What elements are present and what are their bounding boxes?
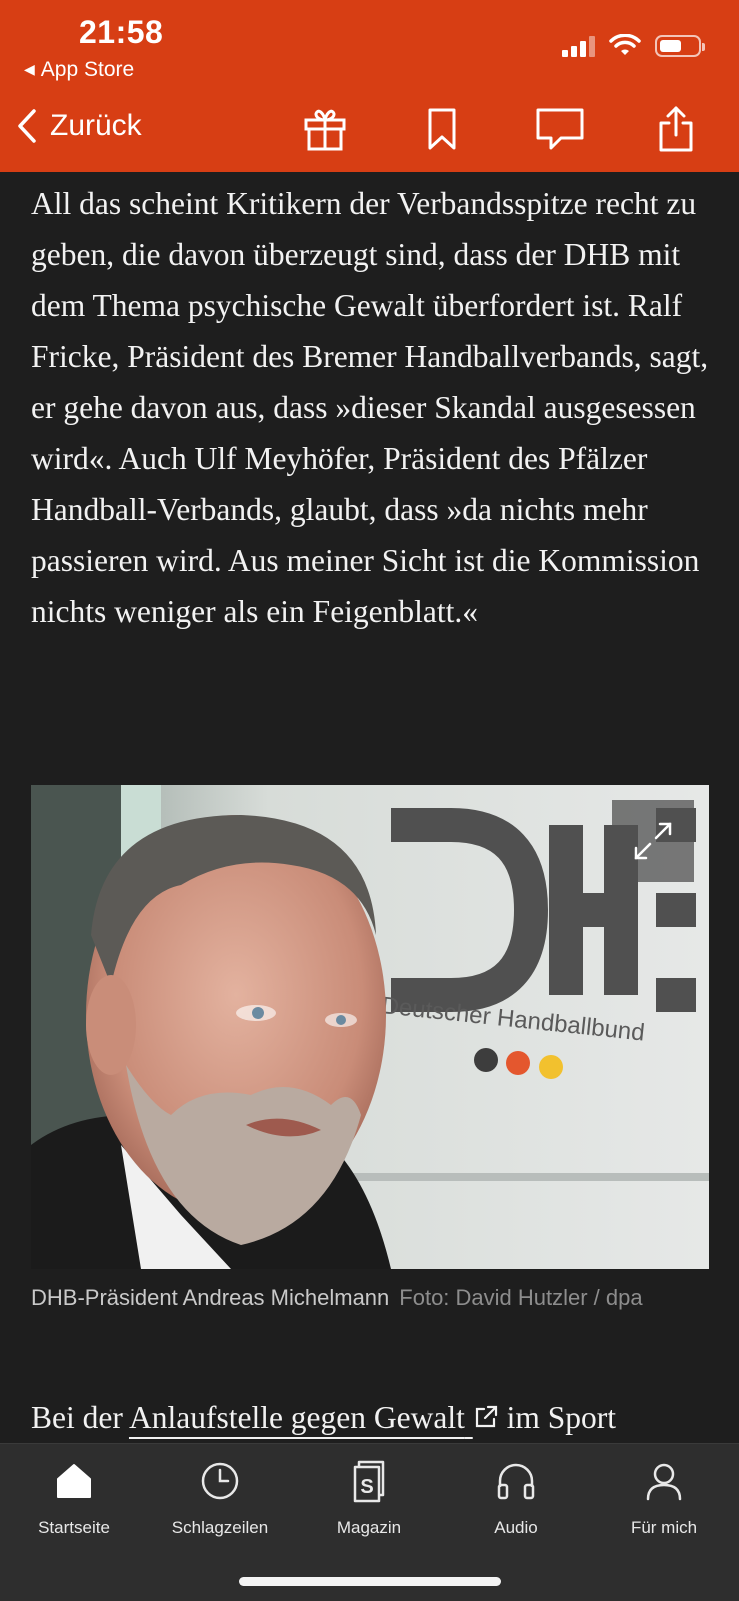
- magazine-icon: S: [353, 1460, 385, 1503]
- share-icon: [659, 106, 693, 152]
- tab-label: Startseite: [38, 1518, 110, 1537]
- article-image[interactable]: Deutscher Handballbund: [31, 785, 709, 1269]
- portrait-photo: Deutscher Handballbund: [31, 785, 709, 1269]
- caption-text: DHB-Präsident Andreas Michelmann: [31, 1285, 390, 1310]
- share-button[interactable]: [651, 104, 701, 154]
- battery-icon: [655, 35, 705, 57]
- tab-magazin[interactable]: S Magazin: [295, 1458, 443, 1548]
- comment-button[interactable]: [535, 104, 585, 154]
- bookmark-icon: [428, 108, 456, 150]
- status-back-to-app[interactable]: ◀ App Store: [24, 58, 134, 82]
- tab-label: Audio: [494, 1518, 538, 1537]
- home-indicator[interactable]: [239, 1577, 501, 1586]
- paragraph-start: Bei der: [31, 1400, 129, 1435]
- app-header: 21:58 ◀ App Store Zurück: [0, 0, 739, 172]
- tab-label: Schlagzeilen: [171, 1518, 269, 1537]
- signal-icon: [562, 35, 595, 57]
- article-body: All das scheint Kritikern der Verbandssp…: [31, 178, 721, 637]
- tab-audio[interactable]: Audio: [442, 1458, 590, 1548]
- comment-icon: [536, 108, 584, 150]
- status-time: 21:58: [79, 14, 164, 50]
- clock-icon: [201, 1462, 239, 1500]
- tab-label: Magazin: [336, 1518, 402, 1537]
- gift-icon: [304, 109, 346, 151]
- expand-icon: [634, 822, 672, 860]
- expand-image-button[interactable]: [612, 800, 694, 882]
- status-icons: [562, 34, 705, 58]
- article-next-paragraph: Bei der Anlaufstelle gegen Gewalt im Spo…: [31, 1396, 739, 1440]
- svg-text:S: S: [360, 1476, 373, 1498]
- toolbar-actions: [0, 104, 739, 154]
- image-caption: DHB-Präsident Andreas Michelmann Foto: Da…: [31, 1282, 711, 1314]
- paragraph-continuation: im Sport: [498, 1400, 616, 1435]
- tab-schlagzeilen[interactable]: Schlagzeilen: [146, 1458, 294, 1548]
- home-icon: [57, 1464, 91, 1498]
- tab-fuer-mich[interactable]: Für mich: [590, 1458, 738, 1548]
- bookmark-button[interactable]: [417, 104, 467, 154]
- tab-label: Für mich: [630, 1518, 698, 1537]
- wifi-icon: [609, 34, 641, 55]
- photo-credit: Foto: David Hutzler / dpa: [399, 1285, 643, 1310]
- status-back-label: App Store: [40, 58, 135, 81]
- article-paragraph: All das scheint Kritikern der Verbandssp…: [31, 186, 709, 629]
- external-link-icon: [475, 1405, 497, 1428]
- link-text: Anlaufstelle gegen Gewalt: [128, 1400, 465, 1435]
- external-link[interactable]: Anlaufstelle gegen Gewalt: [129, 1400, 499, 1435]
- headphones-icon: [497, 1463, 535, 1500]
- tab-startseite[interactable]: Startseite: [0, 1458, 148, 1548]
- person-icon: [646, 1463, 682, 1501]
- back-triangle-icon: ◀: [24, 61, 35, 77]
- gift-button[interactable]: [300, 104, 350, 154]
